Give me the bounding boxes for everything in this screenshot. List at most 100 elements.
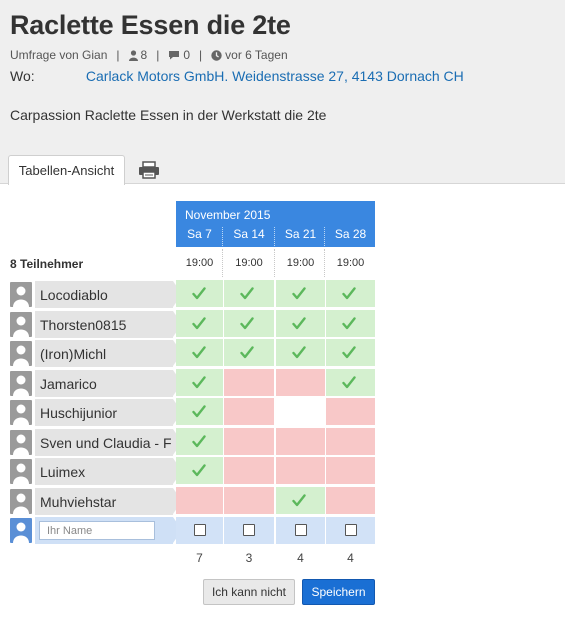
user-icon: [13, 493, 29, 514]
day-total: 7: [196, 551, 203, 565]
participant-namebox: Jamarico: [35, 369, 173, 397]
day-time: 19:00: [185, 257, 214, 269]
user-icon: [13, 286, 29, 307]
vote-cell-no: [326, 427, 375, 455]
day-time: 19:00: [286, 257, 315, 269]
checkmark-icon: [240, 346, 254, 359]
participant-namebox: Sven und Claudia - F: [35, 428, 173, 456]
cannot-attend-button[interactable]: Ich kann nicht: [203, 579, 295, 605]
vote-cell-yes: [176, 457, 223, 484]
participant-name: Luimex: [40, 464, 86, 480]
vote-checkbox[interactable]: [345, 524, 357, 536]
day-time: 19:00: [235, 257, 263, 269]
checkmark-icon: [192, 375, 206, 388]
avatar: [10, 400, 32, 425]
new-entry-namebox: [35, 517, 173, 544]
vote-cell-no: [224, 427, 274, 455]
vote-checkbox[interactable]: [243, 524, 255, 536]
checkmark-icon: [342, 316, 356, 329]
checkmark-icon: [192, 287, 206, 300]
person-icon: [128, 49, 138, 61]
avatar: [10, 370, 32, 396]
vote-cell-no: [276, 457, 325, 484]
participant-namebox: Locodiablo: [35, 281, 173, 308]
vote-cell-no: [224, 457, 274, 484]
vote-cell-no: [176, 486, 223, 514]
month-label: November 2015: [185, 208, 271, 222]
location-label: Wo:: [10, 68, 35, 84]
author-label: Umfrage von Gian: [10, 48, 108, 62]
meta-divider: |: [199, 48, 203, 62]
vote-cell-no: [224, 368, 274, 396]
vote-cell-yes: [326, 339, 375, 366]
vote-cell-yes: [224, 339, 274, 366]
column-divider: [222, 227, 223, 246]
participant-name: Locodiablo: [40, 287, 108, 303]
column-divider: [274, 227, 275, 246]
avatar: [10, 488, 32, 514]
comment-icon: [169, 51, 180, 60]
my-vote-cell: [176, 517, 223, 544]
participant-name: (Iron)Michl: [40, 346, 107, 362]
vote-cell-yes: [176, 368, 223, 396]
vote-cell-yes: [276, 486, 325, 514]
poll-meta: Umfrage von Gian | 8 | 0 | vor 6 Tagen: [10, 48, 288, 62]
printer-icon[interactable]: [138, 160, 160, 180]
column-divider: [222, 249, 223, 277]
vote-checkbox[interactable]: [194, 524, 206, 536]
name-input[interactable]: [39, 521, 155, 540]
checkmark-icon: [342, 346, 356, 359]
vote-cell-yes: [276, 280, 325, 307]
participant-name: Sven und Claudia - F: [40, 434, 172, 451]
participant-namebox: Huschijunior: [35, 399, 173, 426]
vote-cell-yes: [326, 280, 375, 307]
participant-name: Muhviehstar: [40, 493, 117, 510]
day-total: 3: [245, 551, 253, 565]
avatar: [10, 429, 32, 455]
avatar: [10, 282, 32, 307]
participant-namebox: Thorsten0815: [35, 310, 173, 338]
my-vote-cell: [224, 517, 274, 544]
poll-description: Carpassion Raclette Essen in der Werksta…: [10, 107, 327, 123]
vote-cell-yes: [326, 309, 375, 337]
participants-count: 8: [140, 48, 148, 62]
avatar: [10, 518, 32, 543]
vote-cell-yes: [176, 309, 223, 337]
vote-cell-yes: [326, 368, 375, 396]
vote-cell-yes: [224, 280, 274, 307]
user-icon: [13, 375, 29, 396]
day-column-header: Sa 28: [334, 227, 367, 241]
user-icon: [13, 345, 29, 366]
vote-cell-yes: [276, 339, 325, 366]
location-link[interactable]: Carlack Motors GmbH. Weidenstrasse 27, 4…: [86, 68, 464, 84]
checkmark-icon: [292, 316, 306, 329]
clock-icon: [211, 49, 222, 61]
user-icon: [13, 434, 29, 455]
participant-name: Jamarico: [40, 375, 97, 392]
vote-cell-yes: [176, 280, 223, 307]
meta-divider: |: [116, 48, 120, 62]
avatar: [10, 459, 32, 484]
checkmark-icon: [292, 346, 306, 359]
page-title: Raclette Essen die 2te: [10, 10, 291, 40]
my-vote-cell: [276, 517, 325, 544]
checkmark-icon: [192, 316, 206, 329]
vote-cell-no: [224, 486, 274, 514]
location-row: Wo: Carlack Motors GmbH. Weidenstrasse 2…: [10, 68, 464, 84]
tab-table-view[interactable]: Tabellen-Ansicht: [8, 155, 125, 185]
checkmark-icon: [192, 405, 206, 418]
user-icon: [13, 463, 29, 484]
column-divider: [274, 249, 275, 277]
avatar: [10, 341, 32, 366]
vote-cell-yes: [176, 339, 223, 366]
save-button[interactable]: Speichern: [302, 579, 375, 605]
avatar: [10, 311, 32, 337]
day-column-header: Sa 21: [284, 227, 317, 241]
day-column-header: Sa 14: [233, 227, 265, 241]
vote-cell-yes: [224, 309, 274, 337]
vote-cell-no: [224, 398, 274, 425]
checkmark-icon: [192, 464, 206, 477]
checkmark-icon: [342, 287, 356, 300]
checkmark-icon: [292, 287, 306, 300]
vote-checkbox[interactable]: [295, 524, 307, 536]
